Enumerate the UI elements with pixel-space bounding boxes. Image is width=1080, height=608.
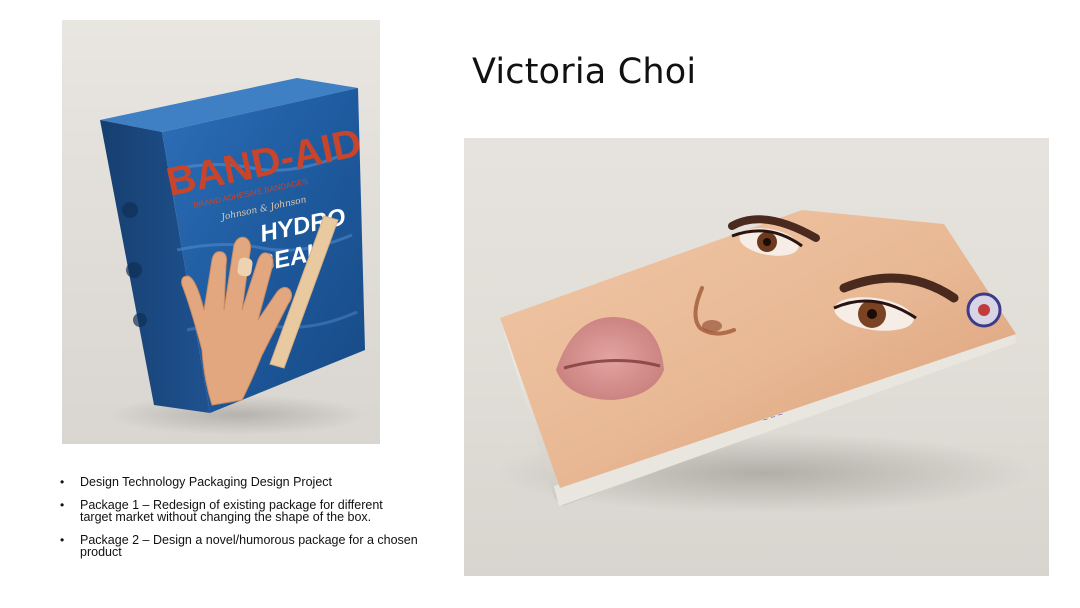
bullet-dot-icon: • [60,498,65,512]
bullet-item: • Design Technology Packaging Design Proj… [58,475,418,489]
bullet-dot-icon: • [60,475,65,489]
slide: BAND-AID BRAND ADHESIVE BANDAGES Johnson… [0,0,1080,608]
bandage-box-illustration: BAND-AID BRAND ADHESIVE BANDAGES Johnson… [100,78,367,435]
bullet-list: • Design Technology Packaging Design Proj… [58,476,418,569]
face-box-photo: ~ ~ ~ [464,138,1049,576]
bullet-item: • Package 1 – Redesign of existing packag… [58,498,418,524]
face-box-illustration: ~ ~ ~ [494,210,1034,513]
slide-title: Victoria Choi [472,52,697,92]
bullet-text: Package 2 – Design a novel/humorous pack… [80,533,418,559]
bullet-item: • Package 2 – Design a novel/humorous pac… [58,533,418,559]
bullet-text: Design Technology Packaging Design Proje… [80,475,333,489]
bandage-box-photo: BAND-AID BRAND ADHESIVE BANDAGES Johnson… [62,20,380,444]
bullet-dot-icon: • [60,533,65,547]
bullet-text: Package 1 – Redesign of existing package… [80,498,383,524]
